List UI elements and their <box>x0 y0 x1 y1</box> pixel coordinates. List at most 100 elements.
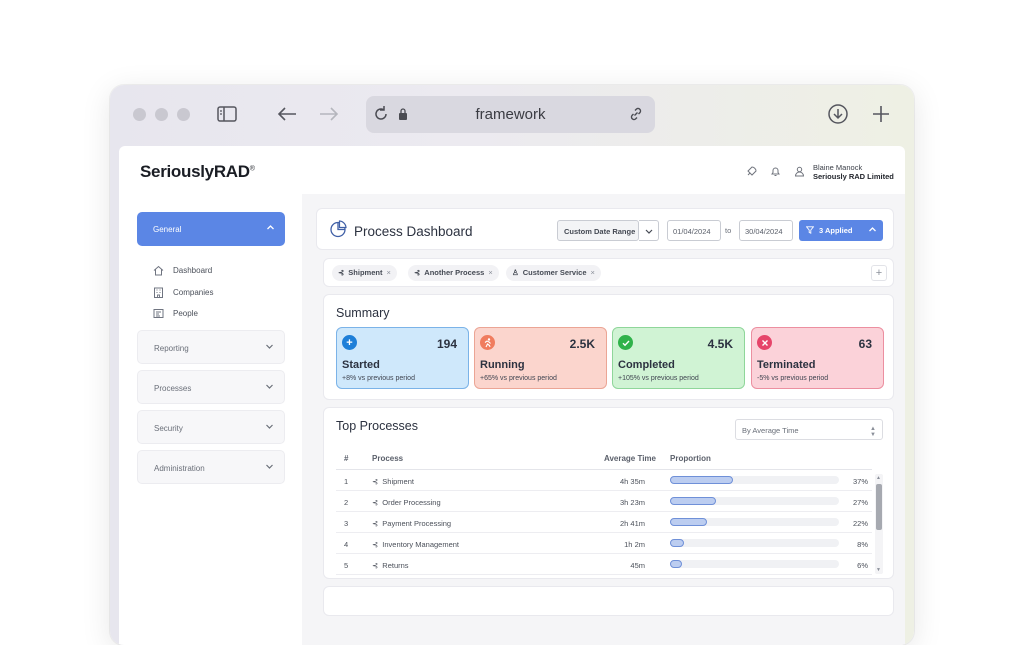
app-logo[interactable]: SeriouslyRAD® <box>140 162 255 182</box>
user-org: Seriously RAD Limited <box>813 172 894 181</box>
scrollbar-thumb[interactable] <box>876 484 882 530</box>
date-to-label: to <box>725 226 732 235</box>
close-window-dot[interactable] <box>133 108 146 121</box>
row-proportion: 22% <box>852 519 868 528</box>
row-index: 5 <box>344 561 349 570</box>
row-average-time: 1h 2m <box>624 540 645 549</box>
filters-applied-button[interactable]: 3 Applied <box>799 220 883 241</box>
row-proportion: 8% <box>857 540 868 549</box>
zoom-window-dot[interactable] <box>177 108 190 121</box>
stat-value: 63 <box>858 337 872 351</box>
row-process: ⊰ Order Processing <box>372 498 441 507</box>
minimize-window-dot[interactable] <box>155 108 168 121</box>
process-icon: ⊰ <box>372 519 379 528</box>
table-row[interactable]: 2 ⊰ Order Processing 3h 23m 27% <box>336 491 872 512</box>
download-icon[interactable] <box>823 99 853 129</box>
plus-icon: + <box>342 335 357 350</box>
sidebar-item-companies[interactable]: Companies <box>153 282 213 304</box>
sidebar-icon[interactable] <box>212 99 242 129</box>
sidebar-item-general[interactable]: General <box>137 212 285 246</box>
stat-change: +105% vs previous period <box>618 375 699 382</box>
stat-running[interactable]: 2.5K Running +65% vs previous period <box>474 327 607 389</box>
row-proportion: 6% <box>857 561 868 570</box>
row-process: ⊰ Shipment <box>372 477 414 486</box>
table-row[interactable]: 4 ⊰ Inventory Management 1h 2m 8% <box>336 533 872 554</box>
proportion-bar-track <box>670 539 839 547</box>
stat-change: -5% vs previous period <box>757 375 829 382</box>
user-icon[interactable] <box>793 165 805 177</box>
stat-completed[interactable]: 4.5K Completed +105% vs previous period <box>612 327 745 389</box>
sort-select[interactable]: By Average Time ▲ ▼ <box>735 419 883 440</box>
bell-icon[interactable] <box>769 165 781 177</box>
stat-label: Running <box>480 359 525 371</box>
stat-terminated[interactable]: 63 Terminated -5% vs previous period <box>751 327 884 389</box>
scroll-down-icon[interactable]: ▼ <box>876 567 881 573</box>
table-row[interactable]: 3 ⊰ Payment Processing 2h 41m 22% <box>336 512 872 533</box>
date-to-input[interactable]: 30/04/2024 <box>739 220 793 241</box>
new-tab-icon[interactable] <box>866 99 896 129</box>
general-subnav: Dashboard Companies People <box>153 260 213 325</box>
process-icon: ⊰ <box>372 498 379 507</box>
close-icon <box>757 335 772 350</box>
chevron-up-icon <box>266 223 275 234</box>
column-header-process[interactable]: Process <box>372 454 403 463</box>
user-name: Blaine Manock <box>813 163 863 172</box>
user-info[interactable]: Blaine Manock Seriously RAD Limited <box>813 163 894 181</box>
close-icon[interactable]: × <box>488 268 492 277</box>
sidebar-item-people[interactable]: People <box>153 303 213 325</box>
row-proportion: 37% <box>852 477 868 486</box>
process-icon: ⊰ <box>338 268 345 277</box>
add-filter-button[interactable]: + <box>871 265 887 281</box>
proportion-bar-track <box>670 476 839 484</box>
table-row[interactable]: 1 ⊰ Shipment 4h 35m 37% <box>336 470 872 491</box>
address-bar[interactable]: framework <box>366 96 655 133</box>
proportion-bar-track <box>670 497 839 505</box>
column-header-average-time[interactable]: Average Time <box>604 454 656 463</box>
sidebar-item-dashboard[interactable]: Dashboard <box>153 260 213 282</box>
process-icon: ⊰ <box>414 268 421 277</box>
close-icon[interactable]: × <box>591 268 595 277</box>
sidebar-item-security[interactable]: Security <box>137 410 285 444</box>
row-average-time: 45m <box>630 561 645 570</box>
close-icon[interactable]: × <box>386 268 390 277</box>
sidebar-item-reporting[interactable]: Reporting <box>137 330 285 364</box>
proportion-bar-fill <box>670 497 716 505</box>
check-icon <box>618 335 633 350</box>
filter-chip-another-process[interactable]: ⊰ Another Process × <box>408 265 499 281</box>
filter-chip-customer-service[interactable]: ♙ Customer Service × <box>506 265 601 281</box>
sidebar-item-administration[interactable]: Administration <box>137 450 285 484</box>
table-row[interactable]: 5 ⊰ Returns 45m 6% <box>336 554 872 575</box>
process-icon: ⊰ <box>372 561 379 570</box>
sidebar-item-processes[interactable]: Processes <box>137 370 285 404</box>
row-average-time: 3h 23m <box>619 498 645 507</box>
stat-started[interactable]: + 194 Started +8% vs previous period <box>336 327 469 389</box>
date-from-input[interactable]: 01/04/2024 <box>667 220 721 241</box>
browser-window: framework SeriouslyRAD® Blaine Manock Se… <box>110 85 914 645</box>
rocket-icon[interactable] <box>745 165 757 177</box>
dashboard-title-bar: Process Dashboard Custom Date Range 01/0… <box>316 208 894 250</box>
chevron-down-icon <box>265 342 274 353</box>
column-header-proportion[interactable]: Proportion <box>670 454 711 463</box>
link-icon[interactable] <box>625 103 647 125</box>
stat-label: Completed <box>618 359 675 371</box>
row-process: ⊰ Returns <box>372 561 409 570</box>
column-header-index: # <box>344 454 349 463</box>
scroll-up-icon[interactable]: ▲ <box>876 475 881 481</box>
back-arrow-icon[interactable] <box>272 99 302 129</box>
chevron-down-icon <box>265 422 274 433</box>
top-processes-card: Top Processes By Average Time ▲ ▼ # Proce… <box>323 407 894 579</box>
pie-chart-icon <box>329 220 347 238</box>
stat-label: Terminated <box>757 359 816 371</box>
page-title: Process Dashboard <box>354 224 473 239</box>
forward-arrow-icon[interactable] <box>314 99 344 129</box>
date-range-dropdown[interactable] <box>639 220 659 241</box>
process-icon: ⊰ <box>372 477 379 486</box>
filter-chip-shipment[interactable]: ⊰ Shipment × <box>332 265 397 281</box>
date-range-button[interactable]: Custom Date Range <box>557 220 639 241</box>
stat-label: Started <box>342 359 380 371</box>
chevron-down-icon <box>265 382 274 393</box>
table-scrollbar[interactable]: ▲ ▼ <box>875 474 883 574</box>
proportion-bar-track <box>670 560 839 568</box>
proportion-bar-fill <box>670 518 707 526</box>
chevron-up-icon <box>868 225 877 236</box>
